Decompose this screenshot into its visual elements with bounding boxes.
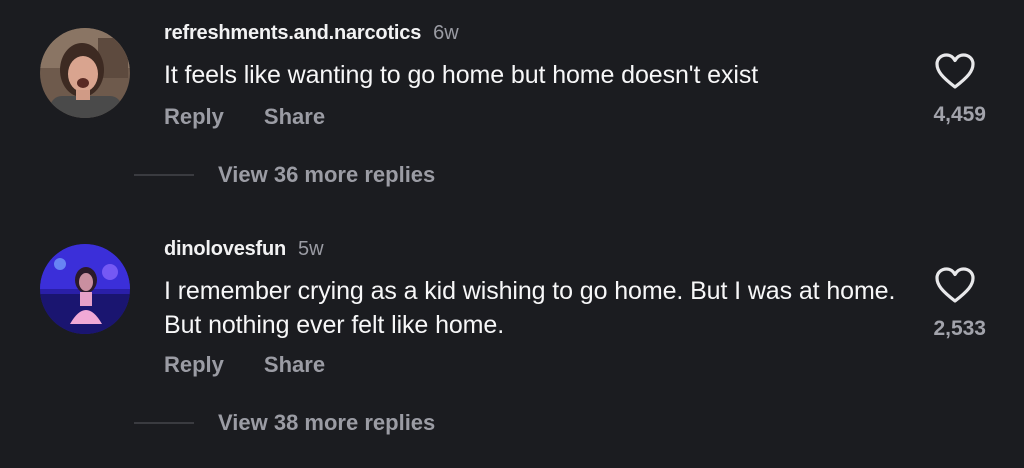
comment-age: 5w xyxy=(298,238,324,260)
comment-username[interactable]: dinolovesfun xyxy=(164,238,286,261)
view-replies-button[interactable]: View 38 more replies xyxy=(218,410,435,436)
comment-item: dinolovesfun 5w I remember crying as a k… xyxy=(0,0,1024,468)
view-replies-row[interactable]: View 38 more replies xyxy=(134,410,435,436)
like-count: 2,533 xyxy=(933,317,986,340)
share-button[interactable]: Share xyxy=(264,352,325,378)
avatar-photo xyxy=(40,244,130,334)
reply-button[interactable]: Reply xyxy=(164,352,224,378)
avatar[interactable] xyxy=(40,244,130,334)
heart-outline-icon[interactable] xyxy=(934,266,976,304)
comment-actions: Reply Share xyxy=(164,352,325,378)
comment-text: I remember crying as a kid wishing to go… xyxy=(164,277,896,339)
replies-divider xyxy=(134,422,194,424)
